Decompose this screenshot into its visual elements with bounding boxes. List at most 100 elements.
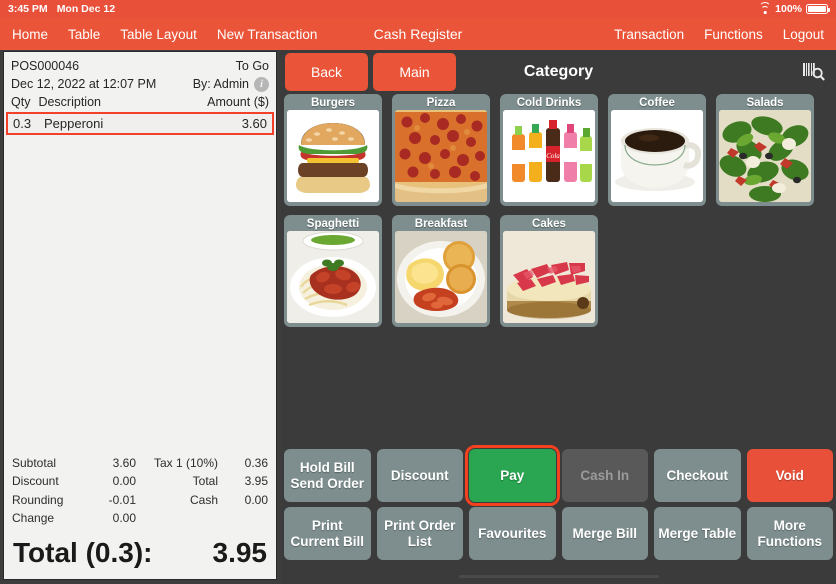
category-label: Coffee: [639, 97, 675, 109]
main-button[interactable]: Main: [373, 53, 456, 91]
wifi-icon: [759, 2, 772, 14]
grand-total-label: Total (0.3):: [13, 537, 153, 568]
burger-image: [287, 110, 379, 202]
info-icon[interactable]: i: [254, 76, 269, 92]
salad-image: [719, 110, 811, 202]
category-label: Cold Drinks: [516, 97, 582, 109]
column-header-qty: Qty: [11, 95, 31, 110]
tax1-label: Tax 1 (10%): [153, 456, 218, 471]
category-tile-burgers[interactable]: Burgers: [284, 94, 382, 206]
total-value: 3.95: [244, 474, 268, 489]
nav-item-logout[interactable]: Logout: [783, 27, 824, 42]
grand-total: Total (0.3): 3.95: [4, 529, 276, 579]
order-type: To Go: [235, 59, 269, 73]
subtotal-label: Subtotal: [12, 456, 57, 471]
column-header-description: Description: [38, 95, 101, 110]
action-row-secondary: Print Current Bill Print Order List Favour…: [284, 507, 833, 560]
nav-item-new-transaction[interactable]: New Transaction: [217, 27, 318, 42]
change-label: Change: [12, 510, 55, 525]
receipt-panel: POS000046 To Go Dec 12, 2022 at 12:07 PM…: [3, 51, 277, 580]
merge-table-button[interactable]: Merge Table: [654, 507, 741, 560]
checkout-button[interactable]: Checkout: [654, 449, 741, 502]
totals-row: Subtotal 3.60 Tax 1 (10%) 0.36: [12, 454, 268, 472]
category-label: Salads: [746, 97, 784, 109]
void-button[interactable]: Void: [746, 449, 833, 502]
order-operator: By: Admin: [192, 77, 249, 92]
totals-row: Change 0.00: [12, 509, 268, 527]
rounding-value: -0.01: [108, 492, 136, 507]
grand-total-value: 3.95: [212, 537, 268, 568]
header-nav-left: Home Table Table Layout New Transaction: [0, 27, 317, 42]
receipt-header-row-2: Dec 12, 2022 at 12:07 PM By: Admin i: [11, 75, 269, 93]
action-buttons: Hold Bill Send Order Discount Pay Cash In…: [281, 445, 836, 565]
category-toolbar: Back Main Category: [281, 50, 836, 94]
nav-item-table-layout[interactable]: Table Layout: [120, 27, 197, 42]
nav-item-home[interactable]: Home: [12, 27, 48, 42]
order-datetime: Dec 12, 2022 at 12:07 PM: [11, 77, 157, 92]
action-row-primary: Hold Bill Send Order Discount Pay Cash In…: [284, 445, 833, 506]
change-value: 0.00: [112, 510, 136, 525]
line-item-description: Pepperoni: [44, 116, 104, 132]
category-tile-coffee[interactable]: Coffee: [608, 94, 706, 206]
nav-item-functions[interactable]: Functions: [704, 27, 763, 42]
receipt-header-row-1: POS000046 To Go: [11, 57, 269, 75]
totals-row: Rounding -0.01 Cash 0.00: [12, 491, 268, 509]
home-indicator: [281, 575, 836, 578]
battery-icon: [806, 4, 830, 14]
category-grid: Burgers Pizza Cold Drinks Cola Coffee Sa…: [281, 94, 836, 327]
discount-value: 0.00: [112, 474, 136, 489]
line-item-qty: 0.3: [13, 116, 32, 132]
tax1-value: 0.36: [244, 456, 268, 471]
line-item-row[interactable]: 0.3 Pepperoni 3.60: [6, 112, 274, 136]
totals-row: Discount 0.00 Total 3.95: [12, 472, 268, 490]
print-order-list-button[interactable]: Print Order List: [376, 507, 463, 560]
discount-button[interactable]: Discount: [376, 449, 463, 502]
line-item-amount: 3.60: [241, 116, 267, 132]
cash-value: 0.00: [244, 492, 268, 507]
svg-text:Cola: Cola: [546, 152, 560, 160]
pos-app-window: 3:45 PM Mon Dec 12 100% Home Table Table…: [0, 0, 836, 584]
receipt-header: POS000046 To Go Dec 12, 2022 at 12:07 PM…: [4, 52, 276, 93]
category-tile-salads[interactable]: Salads: [716, 94, 814, 206]
column-header-amount: Amount ($): [207, 95, 269, 110]
discount-label: Discount: [12, 474, 59, 489]
category-label: Spaghetti: [306, 218, 360, 230]
battery-percent-label: 100%: [775, 3, 802, 15]
pizza-image: [395, 110, 487, 202]
app-header: Home Table Table Layout New Transaction …: [0, 18, 836, 50]
nav-item-transaction[interactable]: Transaction: [614, 27, 684, 42]
more-functions-button[interactable]: More Functions: [746, 507, 833, 560]
hold-bill-send-order-button[interactable]: Hold Bill Send Order: [284, 449, 371, 502]
category-label: Pizza: [426, 97, 456, 109]
totals-summary: Subtotal 3.60 Tax 1 (10%) 0.36 Discount …: [4, 450, 276, 529]
category-tile-breakfast[interactable]: Breakfast: [392, 215, 490, 327]
order-id: POS000046: [11, 59, 80, 73]
header-nav-right: Transaction Functions Logout: [614, 27, 836, 42]
status-time: 3:45 PM: [8, 3, 48, 15]
subtotal-value: 3.60: [112, 456, 136, 471]
status-date: Mon Dec 12: [56, 3, 116, 15]
back-button[interactable]: Back: [285, 53, 368, 91]
coffee-image: [611, 110, 703, 202]
line-items-list[interactable]: 0.3 Pepperoni 3.60: [4, 112, 276, 450]
category-label: Cakes: [532, 218, 566, 230]
cash-in-button: Cash In: [561, 449, 648, 502]
category-tile-cold-drinks[interactable]: Cold Drinks Cola: [500, 94, 598, 206]
favourites-button[interactable]: Favourites: [469, 507, 556, 560]
merge-bill-button[interactable]: Merge Bill: [561, 507, 648, 560]
ios-status-bar: 3:45 PM Mon Dec 12 100%: [0, 0, 836, 18]
barcode-scan-icon[interactable]: [800, 59, 826, 85]
print-current-bill-button[interactable]: Print Current Bill: [284, 507, 371, 560]
main-panel: Back Main Category Burgers Pizza Cold Dr…: [281, 50, 836, 584]
cake-image: [503, 231, 595, 323]
category-tile-spaghetti[interactable]: Spaghetti: [284, 215, 382, 327]
line-items-column-header: Qty Description Amount ($): [4, 93, 276, 112]
category-tile-pizza[interactable]: Pizza: [392, 94, 490, 206]
category-tile-cakes[interactable]: Cakes: [500, 215, 598, 327]
pay-button[interactable]: Pay: [465, 445, 560, 506]
breakfast-image: [395, 231, 487, 323]
nav-item-table[interactable]: Table: [68, 27, 100, 42]
